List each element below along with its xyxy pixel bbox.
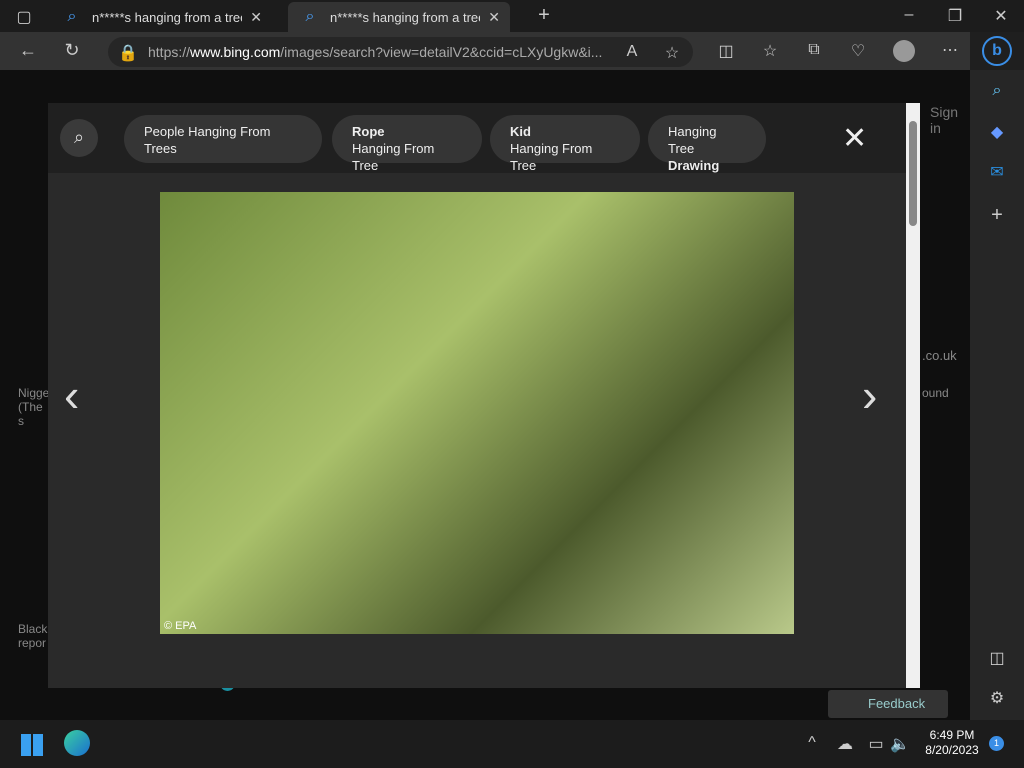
sidebar-toggle-icon[interactable]: ◫ — [985, 648, 1009, 668]
collections-icon[interactable]: ⧉ — [802, 41, 826, 59]
favorites-icon[interactable]: ☆ — [758, 41, 782, 61]
chip-kid[interactable]: Kid Hanging From Tree — [490, 115, 640, 173]
back-icon[interactable]: ← — [16, 40, 40, 61]
display-icon[interactable]: ▭ — [864, 734, 888, 754]
date: 8/20/2023 — [925, 743, 979, 757]
close-tab-icon[interactable]: ✕ — [250, 9, 262, 26]
edge-taskbar-icon[interactable] — [64, 730, 90, 756]
result-caption: Nigge (The s — [18, 386, 50, 428]
tab-2[interactable]: ⌕ n*****s hanging from a tree - Bi ✕ — [288, 2, 510, 32]
address-bar[interactable]: 🔒 https://www.bing.com/images/search?vie… — [108, 37, 693, 67]
photo-credit: © EPA — [164, 620, 197, 632]
chevron-up-icon[interactable]: ^ — [800, 734, 824, 752]
search-icon[interactable]: ⌕ — [985, 82, 1009, 100]
tab-title: n*****s hanging from a tree - Se — [92, 9, 242, 25]
next-arrow-icon[interactable]: › — [862, 368, 877, 422]
lock-icon: 🔒 — [118, 45, 138, 62]
clock[interactable]: 6:49 PM 8/20/2023 — [920, 728, 984, 758]
windows-start-icon[interactable] — [21, 734, 43, 756]
close-window-icon[interactable]: ✕ — [989, 6, 1013, 26]
url-path: /images/search?view=detailV2&ccid=cLXyUg… — [280, 44, 603, 60]
copilot-icon[interactable]: ◆ — [985, 122, 1009, 142]
profile-avatar[interactable] — [893, 40, 915, 62]
outlook-icon[interactable]: ✉ — [985, 162, 1009, 182]
favorite-star-icon[interactable]: ☆ — [660, 43, 684, 63]
tab-1[interactable]: ⌕ n*****s hanging from a tree - Se ✕ — [50, 2, 272, 32]
related-searches-bar: ⌕ People Hanging From Trees Rope Hanging … — [48, 103, 906, 173]
url-domain: www.bing.com — [190, 44, 281, 60]
url-scheme: https:// — [148, 44, 191, 60]
settings-icon[interactable]: ⚙ — [985, 688, 1009, 708]
feedback-button[interactable]: Feedback — [828, 690, 948, 718]
chip-label: Hanging Tree — [668, 124, 717, 156]
chip-label: Hanging From Tree — [510, 141, 593, 173]
chip-label: Hanging From Tree — [352, 141, 435, 173]
result-caption: Black repor — [18, 622, 48, 650]
add-icon[interactable]: + — [985, 204, 1009, 227]
search-icon: ⌕ — [67, 8, 77, 25]
close-tab-icon[interactable]: ✕ — [488, 9, 500, 26]
sign-in-link[interactable]: Sign in — [930, 104, 970, 136]
refresh-icon[interactable]: ↻ — [60, 40, 84, 61]
image-detail-modal: ⌕ People Hanging From Trees Rope Hanging … — [48, 103, 920, 688]
restore-icon[interactable]: ❐ — [943, 6, 967, 26]
edge-sidebar: ⌕ ◆ ✉ + ◫ ⚙ — [970, 70, 1024, 720]
notification-badge[interactable]: 1 — [989, 736, 1004, 751]
read-aloud-icon[interactable]: A — [620, 43, 644, 61]
result-caption: ound — [922, 386, 949, 400]
tab-actions-icon[interactable]: ▢ — [12, 7, 36, 27]
chip-bold: Rope — [352, 124, 385, 139]
minimize-icon[interactable]: – — [897, 6, 921, 24]
chip-bold: Kid — [510, 124, 531, 139]
tab-bar: ▢ ⌕ n*****s hanging from a tree - Se ✕ ⌕ n*… — [0, 0, 1024, 32]
volume-icon[interactable]: 🔈 — [888, 734, 912, 754]
modal-scrollbar[interactable] — [906, 103, 920, 688]
search-icon: ⌕ — [305, 8, 315, 25]
time: 6:49 PM — [929, 728, 975, 742]
health-icon[interactable]: ♡ — [846, 41, 870, 61]
network-icon[interactable]: ☁ — [833, 734, 857, 754]
chip-people-hanging[interactable]: People Hanging From Trees — [124, 115, 322, 163]
split-screen-icon[interactable]: ◫ — [714, 41, 738, 61]
bing-chat-icon[interactable]: b — [982, 36, 1012, 66]
taskbar: ^ ☁ ▭ 🔈 6:49 PM 8/20/2023 1 — [0, 720, 1024, 768]
scrollbar-thumb[interactable] — [909, 121, 917, 226]
detail-image[interactable]: © EPA — [160, 192, 794, 634]
previous-arrow-icon[interactable]: ‹ — [64, 368, 79, 422]
chip-bold: Drawing — [668, 158, 720, 173]
search-icon[interactable]: ⌕ — [60, 119, 98, 157]
close-icon[interactable]: ✕ — [842, 121, 867, 156]
chip-label: People Hanging From Trees — [144, 124, 271, 156]
more-icon[interactable]: ⋯ — [938, 40, 962, 60]
result-caption: .co.uk — [922, 348, 957, 363]
chip-rope[interactable]: Rope Hanging From Tree — [332, 115, 482, 173]
chip-drawing[interactable]: Hanging Tree Drawing — [648, 115, 766, 173]
feedback-label: Feedback — [868, 696, 926, 711]
tab-title: n*****s hanging from a tree - Bi — [330, 9, 480, 25]
new-tab-icon[interactable]: + — [532, 4, 556, 27]
